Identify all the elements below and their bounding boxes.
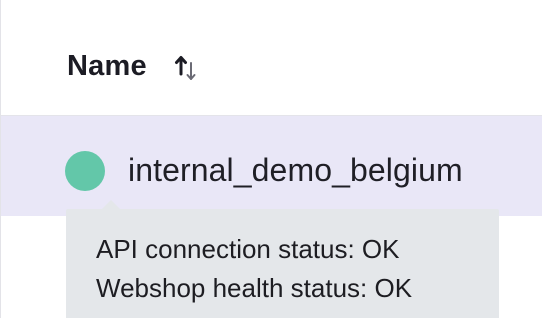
table-row[interactable]: internal_demo_belgium [1,116,542,216]
row-name-cell[interactable]: internal_demo_belgium [128,152,463,189]
webshop-health-status: Webshop health status: OK [96,273,413,303]
status-dot-icon[interactable] [65,151,105,191]
column-header-name[interactable]: Name [67,50,147,83]
table-panel: Name internal_demo_belgium API connectio… [0,0,542,318]
status-tooltip: API connection status: OK Webshop health… [66,209,499,318]
sort-arrows-icon[interactable] [172,52,206,86]
tooltip-arrow [102,200,120,209]
table-header: Name [1,0,542,116]
api-connection-status: API connection status: OK [96,234,400,264]
